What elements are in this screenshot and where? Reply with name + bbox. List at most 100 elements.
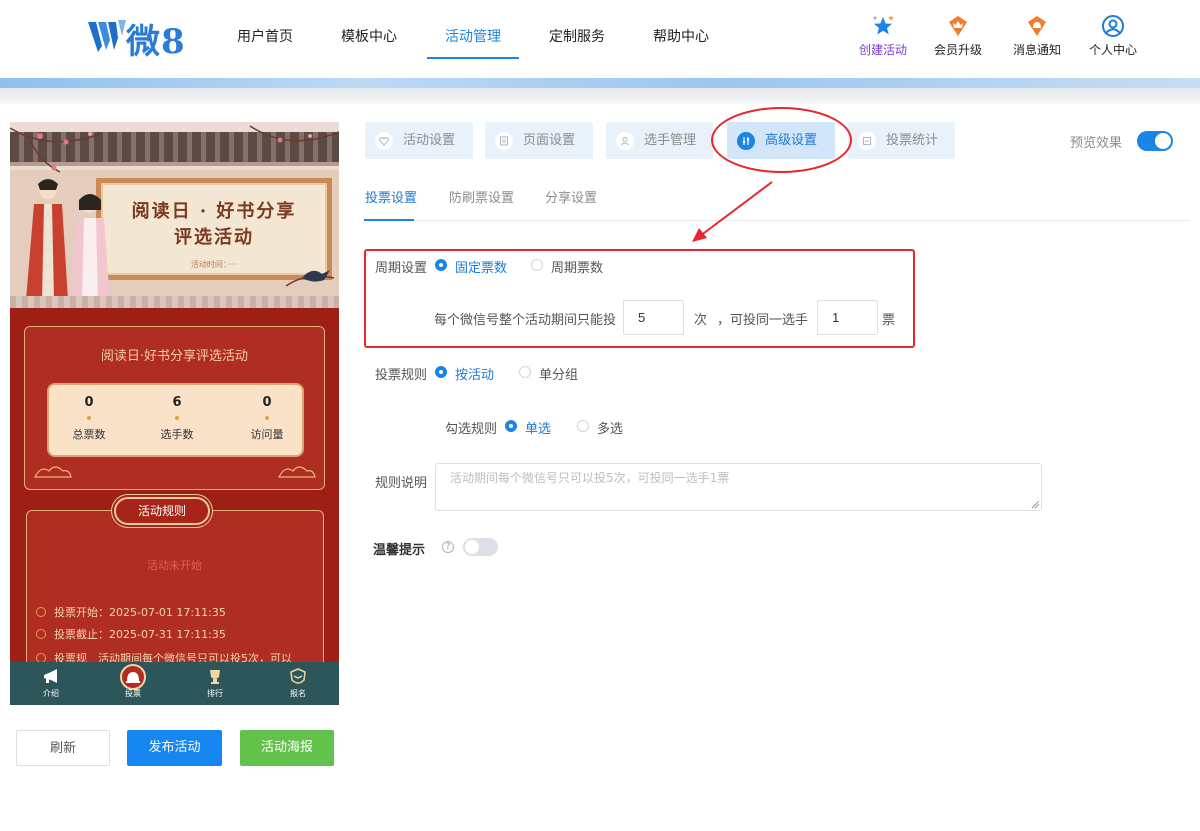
stat-players: 6 选手数 [137, 395, 217, 442]
radio-multi-choice[interactable] [577, 420, 589, 432]
rule-description-label: 规则说明 [375, 476, 428, 491]
nav-user-home[interactable]: 用户首页 [237, 26, 293, 48]
bell-badge-icon [1028, 16, 1046, 36]
heart-icon [379, 136, 389, 146]
stat-label: 总票数 [72, 428, 106, 441]
member-upgrade-label: 会员升级 [933, 43, 982, 57]
annotation-ellipse [711, 107, 852, 173]
preview-effect-toggle[interactable] [1137, 131, 1173, 151]
top-navigation-bar: 微8 用户首页 模板中心 活动管理 定制服务 帮助中心 创建活动 会员升级 消息… [0, 0, 1200, 78]
resize-grip-icon[interactable] [1031, 500, 1040, 509]
activity-info-card: 阅读日·好书分享评选活动 0 总票数 6 选手数 0 访问量 [24, 326, 325, 490]
cloud-ornament-icon [278, 466, 316, 478]
nav-custom-service[interactable]: 定制服务 [549, 26, 605, 48]
publish-activity-button[interactable]: 发布活动 [127, 730, 222, 766]
subtab-share-settings[interactable]: 分享设置 [545, 187, 597, 206]
cloud-ornament-icon [34, 466, 72, 478]
activity-name: 阅读日·好书分享评选活动 [100, 349, 249, 364]
activity-banner: 阅读日 · 好书分享 评选活动 活动时间：···· [10, 122, 339, 308]
preview-tab-vote[interactable]: 投票 [92, 662, 174, 705]
ancient-figure-1-icon [26, 179, 68, 300]
tab-label: 活动设置 [403, 133, 456, 148]
stars-icon [873, 15, 894, 35]
logo-w-icon [88, 20, 126, 52]
preview-tab-bar: 介绍 投票 排行 报名 [10, 662, 339, 705]
warm-tip-toggle[interactable] [463, 538, 498, 556]
annotation-arrow-icon [692, 181, 773, 242]
radio-multi-choice-label[interactable]: 多选 [597, 418, 623, 437]
logo-text: 微8 [126, 22, 186, 62]
stat-label: 访问量 [250, 428, 284, 441]
rule-vote-end: 投票截止：2025-07-31 17:11:35 [36, 626, 226, 642]
message-notify-button[interactable]: 消息通知 [1006, 14, 1068, 62]
create-activity-button[interactable]: 创建活动 [852, 14, 914, 62]
stat-visits: 0 访问量 [227, 395, 307, 442]
clock-icon [36, 629, 46, 639]
nav-activity-management[interactable]: 活动管理 [445, 26, 501, 48]
radio-by-activity-label[interactable]: 按活动 [455, 364, 494, 383]
stat-label: 选手数 [160, 428, 194, 441]
radio-by-activity[interactable] [435, 366, 447, 378]
tab-label: 排行 [207, 689, 223, 698]
banner-pattern [10, 296, 339, 308]
radio-single-group-label[interactable]: 单分组 [539, 364, 578, 383]
tab-vote-statistics[interactable]: 投票统计 [848, 122, 955, 159]
person-icon [621, 137, 629, 146]
activity-poster-button[interactable]: 活动海报 [240, 730, 334, 766]
clock-icon [36, 607, 46, 617]
header-accent-band [0, 78, 1200, 88]
user-circle-icon [1102, 15, 1124, 37]
personal-center-label: 个人中心 [1088, 43, 1137, 57]
site-logo[interactable]: 微8 [86, 14, 190, 62]
tab-label: 介绍 [43, 689, 59, 698]
chart-icon [863, 137, 871, 145]
crown-badge-icon [949, 16, 967, 36]
tab-player-management[interactable]: 选手管理 [606, 122, 713, 159]
personal-center-button[interactable]: 个人中心 [1082, 14, 1144, 62]
preview-tab-ranking[interactable]: 排行 [174, 662, 256, 705]
megaphone-icon [44, 669, 57, 683]
signup-shield-icon [290, 668, 306, 684]
help-question-icon[interactable]: ? [442, 541, 454, 553]
vote-rule-label: 投票规则 [375, 368, 428, 383]
radio-single-group[interactable] [519, 366, 531, 378]
preview-effect-label: 预览效果 [1070, 136, 1123, 151]
tab-label: 投票 [125, 689, 141, 698]
banner-title-line2: 评选活动 [174, 227, 254, 248]
page-icon [500, 136, 508, 146]
nav-help-center[interactable]: 帮助中心 [653, 26, 709, 48]
plum-branch-icon [10, 125, 339, 173]
activity-rules-tag: 活动规则 [114, 497, 210, 525]
tab-label: 投票统计 [886, 133, 939, 148]
rule-vote-start: 投票开始：2025-07-01 17:11:35 [36, 604, 226, 620]
check-rule-label: 勾选规则 [445, 422, 498, 437]
preview-tab-signup[interactable]: 报名 [257, 662, 339, 705]
tab-label: 报名 [290, 689, 306, 698]
nav-template-center[interactable]: 模板中心 [341, 26, 397, 48]
banner-title-line1: 阅读日 · 好书分享 [131, 201, 297, 222]
refresh-button[interactable]: 刷新 [16, 730, 110, 766]
member-upgrade-button[interactable]: 会员升级 [927, 14, 989, 62]
vote-bell-icon [126, 672, 140, 683]
header-shadow [0, 88, 1200, 104]
radio-single-choice[interactable] [505, 420, 517, 432]
rule-description-textarea[interactable]: 活动期间每个微信号只可以投5次，可投同一选手1票 [435, 463, 1042, 511]
preview-tab-intro[interactable]: 介绍 [10, 662, 92, 705]
tab-activity-settings[interactable]: 活动设置 [365, 122, 473, 159]
warm-tip-label: 温馨提示 [373, 543, 426, 558]
stat-value: 6 [172, 395, 182, 410]
stat-total-votes: 0 总票数 [49, 395, 129, 442]
stats-panel: 0 总票数 6 选手数 0 访问量 [47, 383, 304, 457]
activity-status: 活动未开始 [147, 559, 202, 572]
trophy-icon [210, 670, 220, 684]
subtab-anti-fraud-settings[interactable]: 防刷票设置 [449, 187, 514, 206]
tab-label: 页面设置 [523, 133, 576, 148]
tab-label: 选手管理 [644, 133, 697, 148]
tab-page-settings[interactable]: 页面设置 [485, 122, 593, 159]
create-activity-label: 创建活动 [858, 43, 907, 57]
bird-icon [285, 270, 335, 287]
subtab-vote-settings[interactable]: 投票设置 [365, 187, 417, 206]
radio-single-choice-label[interactable]: 单选 [525, 418, 551, 437]
stat-value: 0 [84, 395, 94, 410]
annotation-box [364, 249, 915, 348]
